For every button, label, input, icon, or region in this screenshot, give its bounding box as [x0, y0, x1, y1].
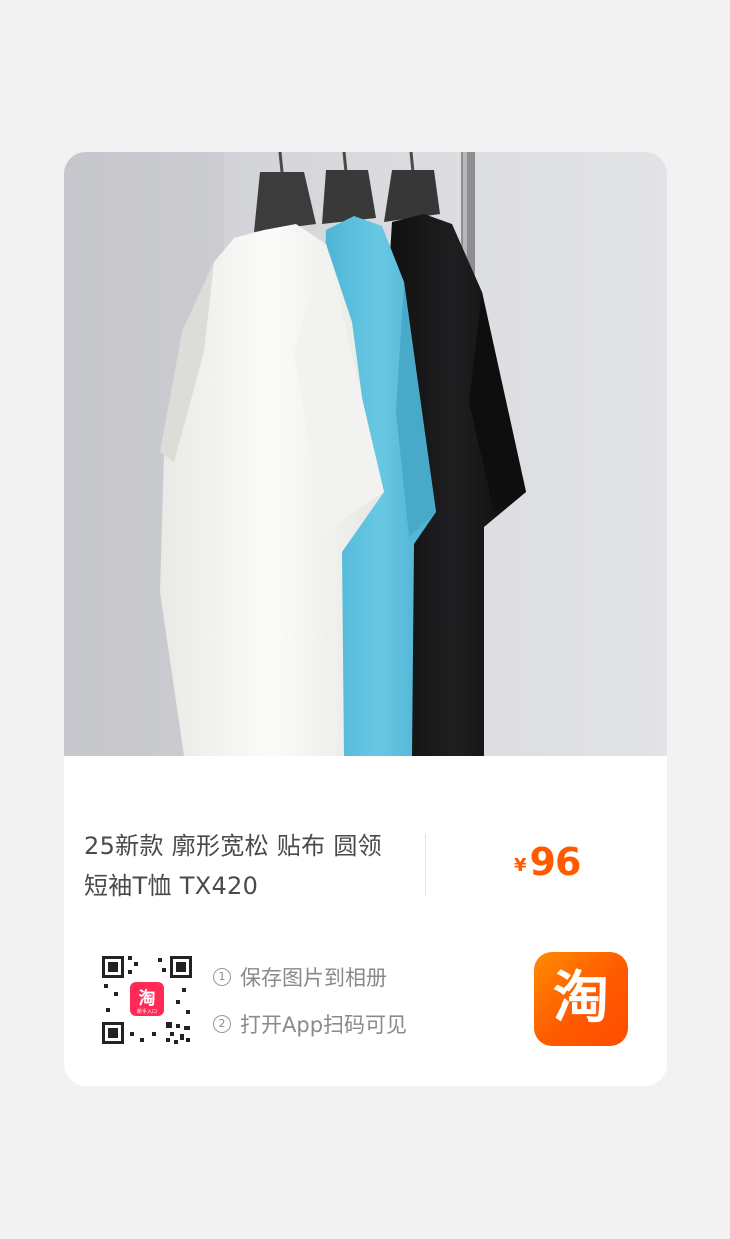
- step-number-badge: 2: [213, 1015, 231, 1033]
- taobao-app-logo[interactable]: 淘: [534, 952, 628, 1046]
- price-value: 96: [529, 840, 582, 884]
- qr-center-logo: 淘: [139, 988, 156, 1009]
- step-number-badge: 1: [213, 968, 231, 986]
- share-card: 25新款 廓形宽松 贴布 圆领 短袖T恤 TX420 ¥96 淘 新手入口 1 …: [64, 152, 667, 1086]
- step-2-text: 打开App扫码可见: [240, 1013, 408, 1037]
- currency-symbol: ¥: [514, 855, 527, 876]
- product-price: ¥96: [514, 840, 582, 884]
- product-title-line1: 25新款 廓形宽松 贴布 圆领: [84, 832, 382, 860]
- product-title-line2: 短袖T恤 TX420: [84, 872, 259, 900]
- divider: [425, 834, 426, 896]
- instruction-step-2: 2 打开App扫码可见: [213, 1009, 407, 1039]
- instruction-step-1: 1 保存图片到相册: [213, 962, 387, 992]
- taobao-logo-icon: 淘: [553, 966, 609, 1031]
- step-1-text: 保存图片到相册: [240, 966, 387, 990]
- product-photo[interactable]: [64, 152, 667, 756]
- product-title[interactable]: 25新款 廓形宽松 贴布 圆领 短袖T恤 TX420: [84, 826, 424, 906]
- qr-center-caption: 新手入口: [137, 1008, 157, 1015]
- qr-code[interactable]: 淘 新手入口: [100, 952, 194, 1046]
